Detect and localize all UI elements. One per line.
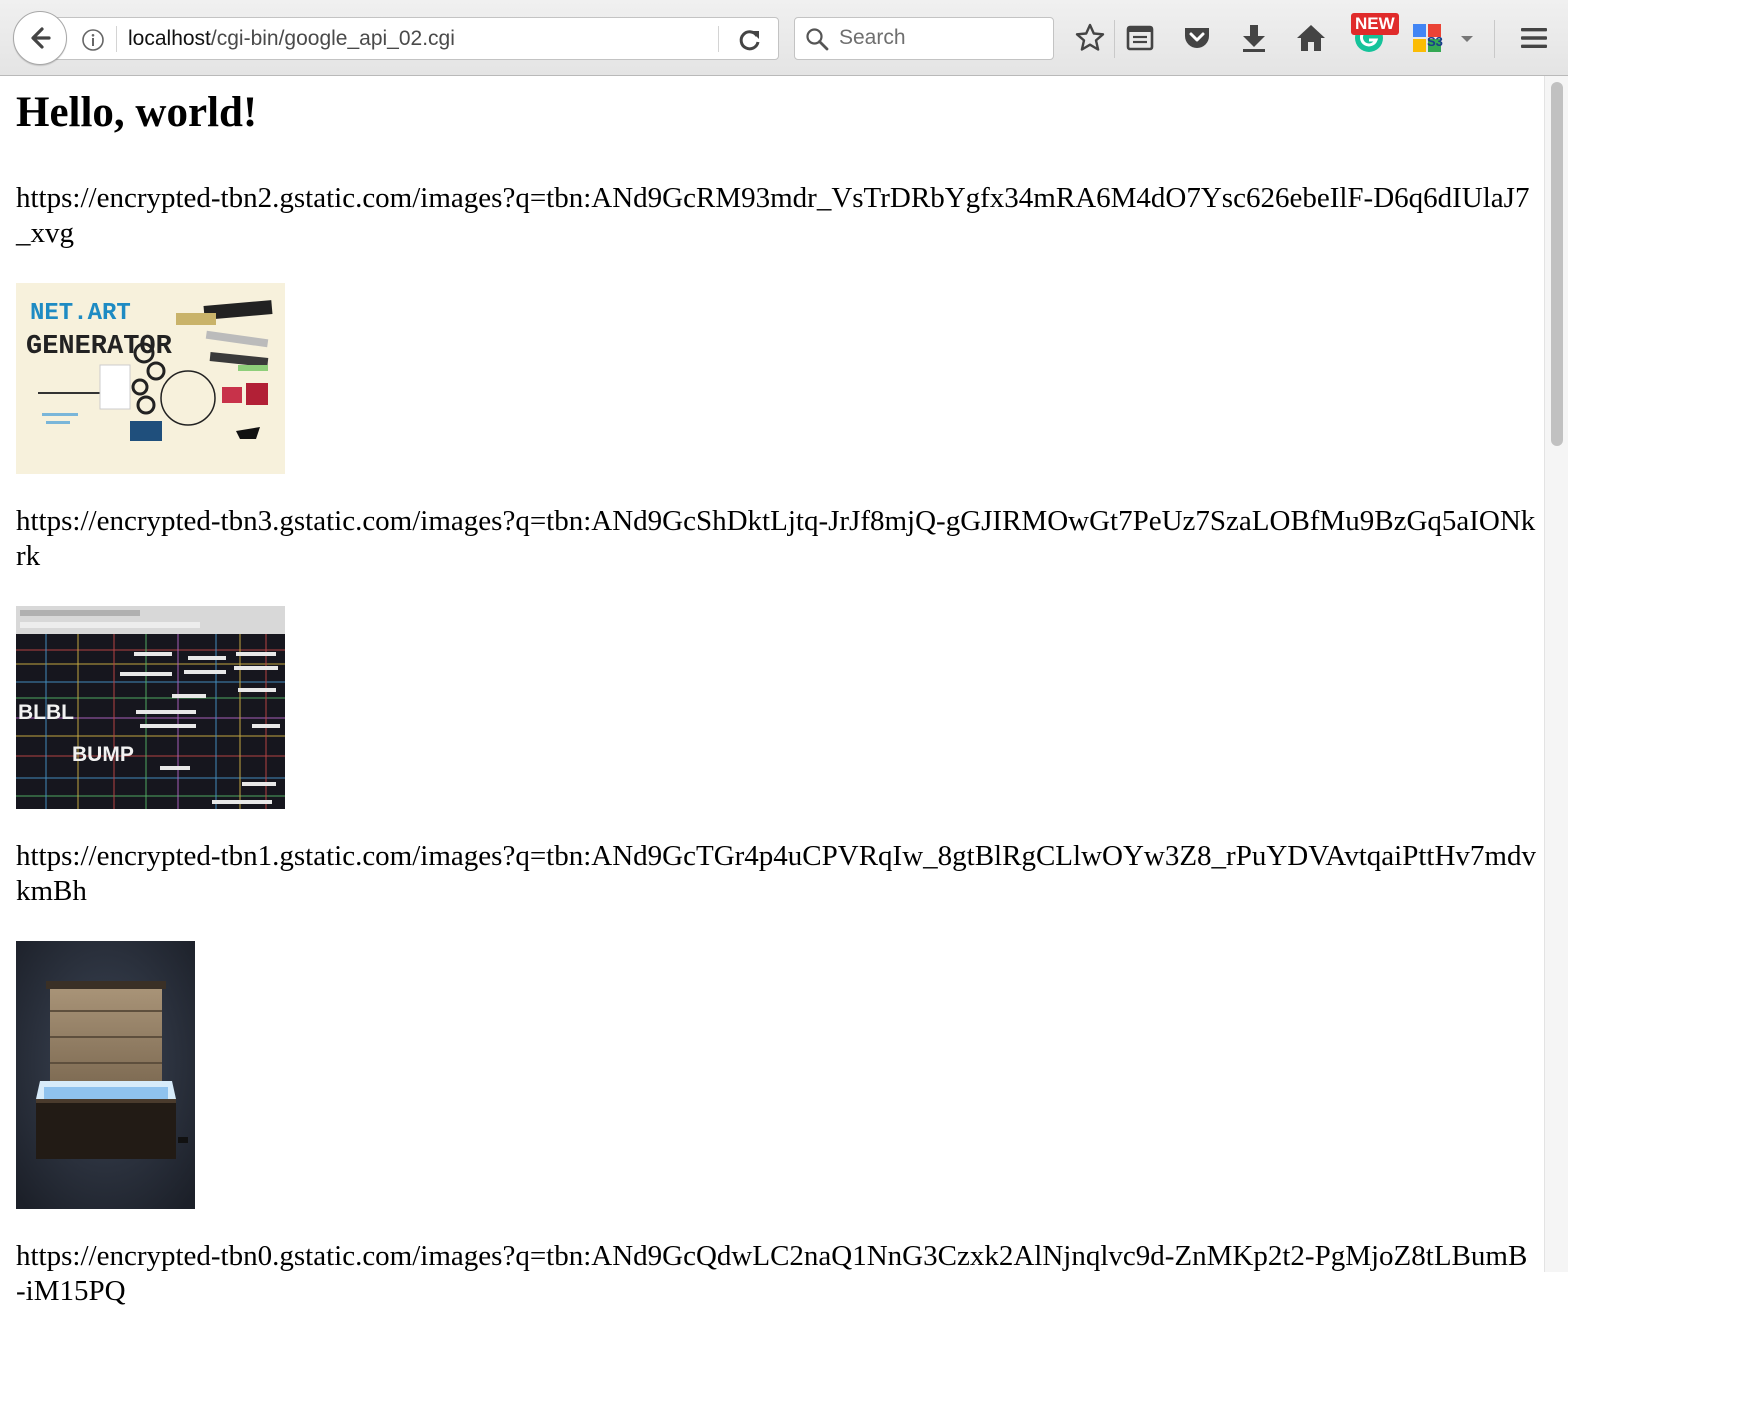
back-arrow-icon (31, 27, 51, 49)
new-badge: NEW (1351, 13, 1399, 35)
url-text[interactable]: localhost/cgi-bin/google_api_02.cgi (128, 27, 455, 51)
lit-wooden-box-thumbnail (16, 941, 195, 1209)
scrollbar-thumb[interactable] (1551, 82, 1563, 446)
reload-icon[interactable] (737, 27, 763, 53)
net-art-generator-thumbnail: NET.ART GENERATOR (16, 283, 285, 474)
result-url: https://encrypted-tbn2.gstatic.com/image… (16, 182, 1530, 249)
pocket-icon[interactable] (1181, 22, 1213, 54)
thumb-text: NET.ART (30, 300, 131, 327)
download-icon[interactable] (1238, 22, 1270, 54)
result-url: https://encrypted-tbn1.gstatic.com/image… (16, 840, 1536, 907)
url-divider (116, 26, 117, 52)
dark-grid-website-thumbnail: BLBL BUMP (16, 606, 285, 809)
toolbar-separator (1494, 20, 1495, 58)
search-bar[interactable] (794, 17, 1054, 60)
chevron-down-icon[interactable] (1458, 22, 1476, 54)
result-url: https://encrypted-tbn0.gstatic.com/image… (16, 1240, 1528, 1307)
thumb-text: BUMP (72, 743, 134, 766)
s3-extension-icon[interactable]: S3 (1411, 22, 1443, 54)
url-divider (718, 26, 719, 52)
menu-icon[interactable] (1518, 22, 1550, 54)
result-url: https://encrypted-tbn3.gstatic.com/image… (16, 505, 1536, 572)
svg-text:S3: S3 (1427, 34, 1443, 49)
bookmark-star-icon[interactable] (1074, 22, 1106, 54)
vertical-scrollbar[interactable] (1544, 76, 1568, 1272)
bookmarks-list-icon[interactable] (1124, 22, 1156, 54)
thumb-text: BLBL (18, 701, 74, 724)
address-bar[interactable]: localhost/cgi-bin/google_api_02.cgi (52, 17, 779, 60)
page-heading: Hello, world! (16, 89, 258, 136)
url-path: /cgi-bin/google_api_02.cgi (210, 27, 455, 50)
toolbar-separator (1114, 20, 1115, 58)
back-button[interactable] (13, 11, 67, 65)
home-icon[interactable] (1295, 22, 1327, 54)
page-content: Hello, world! https://encrypted-tbn2.gst… (16, 76, 1536, 1309)
search-icon (806, 28, 829, 51)
search-input[interactable] (839, 24, 1039, 52)
url-host: localhost (128, 27, 211, 50)
info-icon[interactable] (81, 28, 105, 52)
browser-toolbar: localhost/cgi-bin/google_api_02.cgi Sear… (0, 0, 1568, 76)
